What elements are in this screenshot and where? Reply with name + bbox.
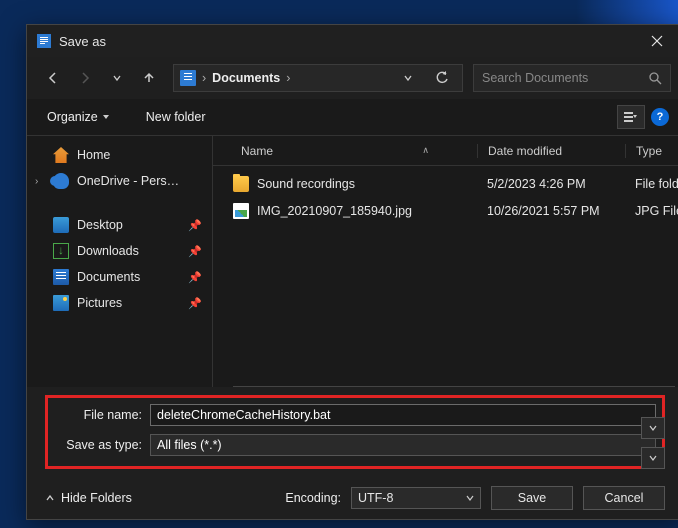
pin-icon: 📌 <box>188 271 202 284</box>
filename-dropdown[interactable] <box>641 417 665 439</box>
address-dropdown[interactable] <box>394 64 422 92</box>
encoding-label: Encoding: <box>285 491 341 505</box>
forward-button[interactable] <box>71 64 99 92</box>
breadcrumb-location[interactable]: Documents <box>212 71 280 85</box>
documents-icon <box>53 269 69 285</box>
chevron-right-icon[interactable]: › <box>286 71 290 85</box>
help-button[interactable]: ? <box>651 108 669 126</box>
column-type[interactable]: Type <box>625 144 670 158</box>
cancel-button[interactable]: Cancel <box>583 486 665 510</box>
search-icon <box>649 72 662 85</box>
pin-icon: 📌 <box>188 245 202 258</box>
chevron-right-icon[interactable]: › <box>35 176 45 187</box>
column-name[interactable]: Name ∧ <box>233 144 477 158</box>
navigation-bar: › Documents › Search Documents <box>27 57 678 99</box>
download-icon <box>53 243 69 259</box>
organize-menu[interactable]: Organize <box>41 106 116 128</box>
encoding-select[interactable]: UTF-8 <box>351 487 481 509</box>
sidebar-item-desktop[interactable]: Desktop 📌 <box>27 212 212 238</box>
sidebar-item-documents[interactable]: Documents 📌 <box>27 264 212 290</box>
file-row[interactable]: IMG_20210907_185940.jpg 10/26/2021 5:57 … <box>213 197 678 224</box>
folder-icon <box>233 176 249 192</box>
close-button[interactable] <box>641 25 673 57</box>
filename-label: File name: <box>54 408 142 422</box>
save-button[interactable]: Save <box>491 486 573 510</box>
chevron-right-icon: › <box>202 71 206 85</box>
recent-dropdown[interactable] <box>103 64 131 92</box>
hide-folders-toggle[interactable]: Hide Folders <box>45 491 132 505</box>
pictures-icon <box>53 295 69 311</box>
documents-icon <box>180 70 196 86</box>
view-options-button[interactable] <box>617 105 645 129</box>
home-icon <box>53 147 69 163</box>
cloud-icon <box>53 173 69 189</box>
pin-icon: 📌 <box>188 219 202 232</box>
column-date[interactable]: Date modified <box>477 144 625 158</box>
address-bar[interactable]: › Documents › <box>173 64 463 92</box>
back-button[interactable] <box>39 64 67 92</box>
up-button[interactable] <box>135 64 163 92</box>
sidebar-item-downloads[interactable]: Downloads 📌 <box>27 238 212 264</box>
toolbar: Organize New folder ? <box>27 99 678 135</box>
sidebar-item-onedrive[interactable]: › OneDrive - Pers… <box>27 168 212 194</box>
sidebar-item-pictures[interactable]: Pictures 📌 <box>27 290 212 316</box>
column-headers: Name ∧ Date modified Type <box>213 136 678 166</box>
titlebar: Save as <box>27 25 678 57</box>
filename-input[interactable]: deleteChromeCacheHistory.bat <box>150 404 656 426</box>
search-placeholder: Search Documents <box>482 71 588 85</box>
refresh-button[interactable] <box>428 64 456 92</box>
search-input[interactable]: Search Documents <box>473 64 671 92</box>
highlight-box: File name: deleteChromeCacheHistory.bat … <box>45 395 665 469</box>
new-folder-button[interactable]: New folder <box>140 106 212 128</box>
navigation-pane: Home › OneDrive - Pers… Desktop 📌 Downlo… <box>27 136 213 387</box>
image-file-icon <box>233 203 249 219</box>
pin-icon: 📌 <box>188 297 202 310</box>
file-list-pane: Name ∧ Date modified Type Sound recordin… <box>213 136 678 387</box>
sort-ascending-icon: ∧ <box>422 145 429 156</box>
sidebar-item-home[interactable]: Home <box>27 142 212 168</box>
dialog-title: Save as <box>59 34 641 49</box>
desktop-icon <box>53 217 69 233</box>
saveastype-label: Save as type: <box>54 438 142 452</box>
file-row[interactable]: Sound recordings 5/2/2023 4:26 PM File f… <box>213 170 678 197</box>
bottom-bar: Hide Folders Encoding: UTF-8 Save Cancel <box>27 477 678 519</box>
saveastype-select[interactable]: All files (*.*) <box>150 434 656 456</box>
save-as-dialog: Save as › Documents › Search Documents O… <box>26 24 678 520</box>
saveastype-dropdown[interactable] <box>641 447 665 469</box>
dialog-doc-icon <box>37 34 51 48</box>
